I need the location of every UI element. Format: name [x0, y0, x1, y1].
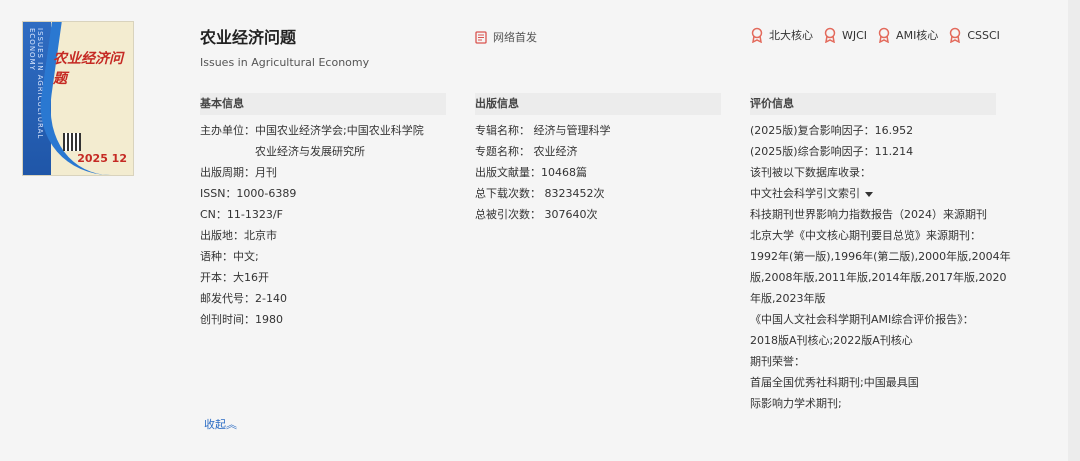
honors-label: 期刊荣誉：	[750, 355, 805, 368]
album-name: 专辑名称： 经济与管理科学	[475, 124, 611, 137]
ami-report-values: 2018版A刊核心;2022版A刊核心	[750, 334, 913, 347]
award-icon	[824, 27, 836, 43]
chevron-down-icon	[865, 191, 873, 197]
journal-subtitle: Issues in Agricultural Economy	[200, 56, 370, 69]
honors-values-2: 际影响力学术期刊;	[750, 397, 842, 410]
issn: ISSN：1000-6389	[200, 187, 297, 200]
award-icon	[751, 27, 763, 43]
publication-place: 出版地：北京市	[200, 229, 277, 242]
total-citations: 总被引次数： 307640次	[475, 208, 598, 221]
evaluation-info-heading: 评价信息	[750, 93, 996, 115]
journal-title: 农业经济问题	[200, 28, 297, 47]
language: 语种：中文;	[200, 250, 259, 263]
badge-label: AMI核心	[896, 29, 939, 42]
badge-wjci: WJCI	[823, 27, 867, 43]
publication-cycle: 出版周期：月刊	[200, 166, 277, 179]
ami-report-label: 《中国人文社会科学期刊AMI综合评价报告》：	[750, 313, 974, 326]
host-units-cont: 农业经济与发展研究所	[255, 145, 365, 158]
composite-impact-factor: (2025版)复合影响因子：16.952	[750, 124, 914, 137]
journal-cover-image: ISSUES IN AGRICULTURAL ECONOMY 农业经济问题 20…	[22, 21, 134, 176]
award-icon	[878, 27, 890, 43]
badge-label: WJCI	[842, 28, 868, 42]
database-dropdown[interactable]: 中文社会科学引文索引	[750, 183, 1011, 204]
cover-issue-number: 2025 12	[77, 152, 127, 165]
basic-info-section: 基本信息 主办单位：中国农业经济学会;中国农业科学院 农业经济与发展研究所 出版…	[200, 93, 446, 330]
cn-number: CN：11-1323/F	[200, 208, 283, 221]
total-downloads: 总下载次数： 8323452次	[475, 187, 605, 200]
document-icon	[475, 30, 487, 44]
collapse-link[interactable]: 收起︽	[204, 416, 237, 432]
indexed-by-label: 该刊被以下数据库收录：	[750, 166, 871, 179]
badge-ami-core: AMI核心	[877, 27, 938, 43]
pku-core-years-1: 1992年(第一版),1996年(第二版),2000年版,2004年	[750, 250, 1011, 263]
founded-year: 创刊时间：1980	[200, 313, 283, 326]
pku-core-years-3: 年版,2023年版	[750, 292, 826, 305]
badge-label: 北大核心	[769, 29, 813, 42]
postal-code: 邮发代号：2-140	[200, 292, 287, 305]
badge-pku-core: 北大核心	[750, 27, 813, 43]
badge-label: CSSCI	[967, 28, 1000, 42]
database-dropdown-label: 中文社会科学引文索引	[750, 187, 860, 200]
publish-info-section: 出版信息 专辑名称： 经济与管理科学 专题名称： 农业经济 出版文献量：1046…	[475, 93, 721, 225]
index-badges: 北大核心 WJCI AMI核心 CSSCI	[750, 27, 1010, 43]
evaluation-info-section: 评价信息 (2025版)复合影响因子：16.952 (2025版)综合影响因子：…	[750, 93, 1011, 414]
pku-core-years-2: 版,2008年版,2011年版,2014年版,2017年版,2020	[750, 271, 1007, 284]
comprehensive-impact-factor: (2025版)综合影响因子：11.214	[750, 145, 914, 158]
cover-title: 农业经济问题	[53, 51, 123, 87]
award-icon	[950, 27, 961, 43]
topic-name: 专题名称： 农业经济	[475, 145, 578, 158]
scrollbar-track[interactable]	[1068, 0, 1080, 461]
wjci-source: 科技期刊世界影响力指数报告（2024）来源期刊	[750, 208, 987, 221]
format-size: 开本：大16开	[200, 271, 269, 284]
publication-count: 出版文献量：10468篇	[475, 166, 587, 179]
basic-info-heading: 基本信息	[200, 93, 446, 115]
badge-cssci: CSSCI	[948, 27, 1000, 43]
online-first-link[interactable]: 网络首发	[475, 29, 537, 45]
online-first-label: 网络首发	[493, 31, 537, 44]
pku-core-source: 北京大学《中文核心期刊要目总览》来源期刊：	[750, 229, 981, 242]
cover-qr-code	[63, 133, 81, 151]
publish-info-heading: 出版信息	[475, 93, 721, 115]
honors-values-1: 首届全国优秀社科期刊;中国最具国	[750, 376, 919, 389]
host-units: 主办单位：中国农业经济学会;中国农业科学院	[200, 124, 424, 137]
